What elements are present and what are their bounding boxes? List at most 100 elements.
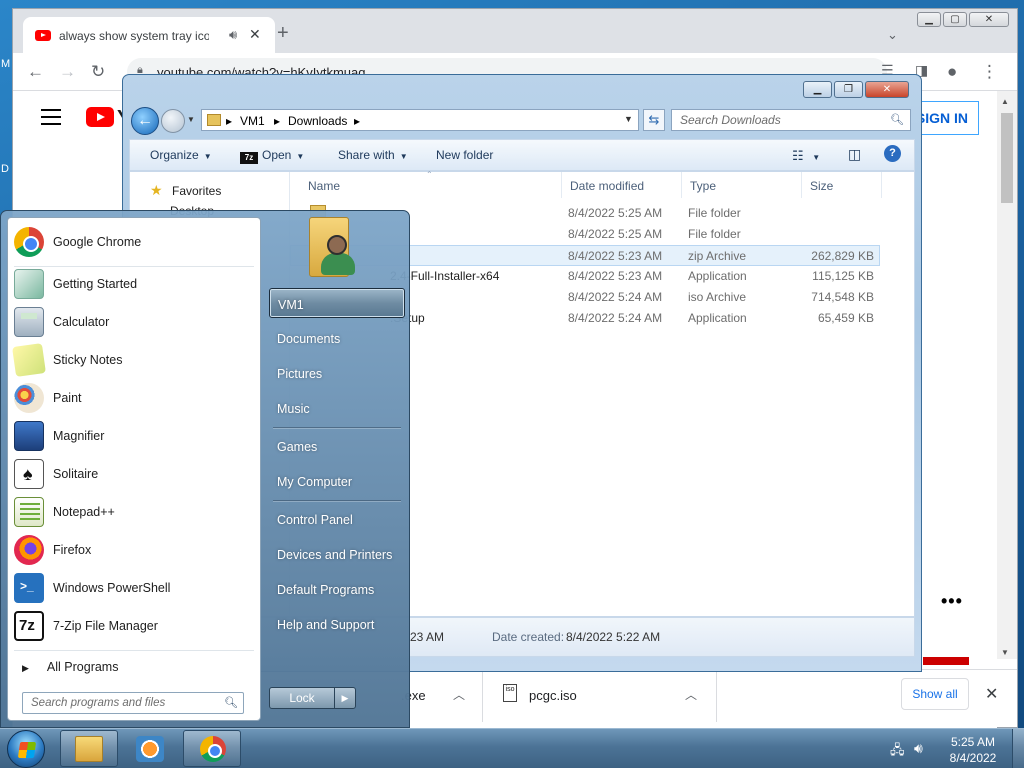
folder-icon	[207, 114, 221, 126]
restore-button[interactable]: ❐	[834, 81, 863, 98]
column-size[interactable]: Size	[802, 172, 882, 198]
taskbar-explorer[interactable]	[60, 730, 118, 767]
back-arrow-icon[interactable]: ←	[131, 107, 159, 135]
chevron-up-icon[interactable]: ︿	[453, 686, 465, 703]
search-icon[interactable]: 🔍︎	[224, 696, 238, 709]
program-7zip-file-manager[interactable]: 7-Zip File Manager	[12, 608, 258, 644]
start-item-games[interactable]: Games	[269, 431, 405, 461]
start-item-user-vm1[interactable]: VM1	[269, 288, 405, 318]
nav-favorites[interactable]: Favorites	[172, 184, 221, 198]
forward-arrow-icon[interactable]: →	[59, 62, 76, 82]
desktop-icon-label[interactable]: D	[1, 163, 9, 175]
profile-avatar-icon[interactable]: ●	[947, 62, 957, 82]
new-folder-button[interactable]: New folder	[436, 148, 493, 162]
open-label: Open	[262, 148, 292, 162]
help-icon[interactable]: ?	[884, 145, 901, 162]
search-input[interactable]: Search Downloads 🔍︎	[671, 109, 911, 131]
breadcrumb-vm1[interactable]: VM1	[240, 114, 265, 128]
start-item-my-computer[interactable]: My Computer	[269, 466, 405, 496]
start-item-documents[interactable]: Documents	[269, 323, 405, 353]
chrome-maximize-button[interactable]: ▢	[943, 12, 967, 27]
organize-button[interactable]: Organize ▼	[150, 148, 212, 162]
network-icon[interactable]: 🖧	[890, 741, 905, 763]
lock-button[interactable]: Lock	[269, 687, 335, 709]
file-size: 262,829 KB	[811, 249, 874, 263]
program-getting-started[interactable]: Getting Started	[12, 266, 258, 302]
program-solitaire[interactable]: Solitaire	[12, 456, 258, 492]
sort-ascending-icon: ⌃	[426, 170, 433, 179]
page-scrollbar[interactable]: ▲ ▼	[997, 91, 1017, 659]
desktop-icon-label[interactable]: M	[1, 58, 10, 70]
7zip-icon	[14, 611, 44, 641]
preview-pane-icon[interactable]: ◫	[848, 146, 861, 163]
clock[interactable]: 5:25 AM 8/4/2022	[946, 734, 1000, 766]
start-item-pictures[interactable]: Pictures	[269, 358, 405, 388]
show-all-button[interactable]: Show all	[901, 678, 969, 710]
chevron-up-icon[interactable]: ︿	[685, 686, 697, 703]
scroll-up-arrow-icon[interactable]: ▲	[1001, 97, 1009, 106]
hamburger-menu-icon[interactable]	[41, 109, 61, 130]
start-item-devices-and-printers[interactable]: Devices and Printers	[269, 539, 405, 569]
new-tab-button[interactable]: +	[277, 23, 289, 43]
start-item-music[interactable]: Music	[269, 393, 405, 423]
breadcrumb-downloads[interactable]: Downloads	[288, 114, 347, 128]
tab-search-chevron-icon[interactable]: ⌄	[887, 27, 898, 43]
magnifier-icon	[14, 421, 44, 451]
start-item-default-programs[interactable]: Default Programs	[269, 574, 405, 604]
history-dropdown-icon[interactable]: ▼	[187, 115, 195, 124]
breadcrumb-arrow-icon[interactable]: ▸	[274, 114, 280, 128]
shutdown-options-arrow-icon[interactable]: ▶	[334, 687, 356, 709]
speaker-icon[interactable]: 🔊︎	[229, 27, 237, 43]
start-button[interactable]	[7, 730, 45, 768]
program-notepad-plus-plus[interactable]: Notepad++	[12, 494, 258, 530]
chrome-menu-icon[interactable]: ⋮	[981, 62, 998, 82]
forward-arrow-icon[interactable]	[161, 109, 185, 133]
chrome-close-button[interactable]: ✕	[969, 12, 1009, 27]
program-label: Solitaire	[53, 467, 99, 481]
youtube-logo[interactable]	[86, 107, 114, 127]
program-magnifier[interactable]: Magnifier	[12, 418, 258, 454]
share-with-button[interactable]: Share with ▼	[338, 148, 408, 162]
file-size: 714,548 KB	[811, 290, 874, 304]
chrome-tab[interactable]: always show system tray icon 🔊︎ ✕	[23, 17, 275, 53]
start-search-input[interactable]: Search programs and files 🔍︎	[22, 692, 244, 714]
open-button[interactable]: 7z Open ▼	[240, 148, 304, 164]
refresh-icon[interactable]: ⇆	[643, 109, 665, 131]
all-programs-button[interactable]: ▶ All Programs	[22, 660, 118, 674]
column-date-modified[interactable]: Date modified	[562, 172, 682, 198]
taskbar-media-player[interactable]	[121, 730, 179, 767]
program-firefox[interactable]: Firefox	[12, 532, 258, 568]
volume-icon[interactable]: 🔊︎	[914, 740, 923, 757]
address-bar[interactable]: ▸ VM1 ▸ Downloads ▸ ▼	[201, 109, 639, 131]
back-arrow-icon[interactable]: ←	[27, 62, 44, 82]
scroll-down-arrow-icon[interactable]: ▼	[1001, 648, 1009, 657]
more-options-icon[interactable]: •••	[941, 591, 963, 612]
breadcrumb-arrow-icon[interactable]: ▸	[226, 114, 232, 128]
start-item-help-and-support[interactable]: Help and Support	[269, 609, 405, 639]
address-dropdown-icon[interactable]: ▼	[624, 114, 633, 124]
getting-started-icon	[14, 269, 44, 299]
column-type[interactable]: Type	[682, 172, 802, 198]
program-calculator[interactable]: Calculator	[12, 304, 258, 340]
taskbar-chrome[interactable]	[183, 730, 241, 767]
chrome-minimize-button[interactable]: ▁	[917, 12, 941, 27]
program-google-chrome[interactable]: Google Chrome	[12, 224, 258, 260]
close-button[interactable]: ✕	[865, 81, 909, 98]
search-icon[interactable]: 🔍︎	[890, 113, 904, 126]
start-item-control-panel[interactable]: Control Panel	[269, 504, 405, 534]
user-picture[interactable]	[303, 213, 361, 279]
tab-close-icon[interactable]: ✕	[249, 26, 261, 43]
program-sticky-notes[interactable]: Sticky Notes	[12, 342, 258, 378]
close-icon[interactable]: ✕	[985, 684, 998, 704]
download-item[interactable]: iso pcgc.iso ︿	[485, 670, 717, 722]
file-size: 65,459 KB	[817, 311, 874, 325]
show-desktop-button[interactable]	[1012, 729, 1024, 768]
breadcrumb-arrow-icon[interactable]: ▸	[354, 114, 360, 128]
view-options-icon[interactable]: ☷ ▼	[792, 148, 820, 164]
program-paint[interactable]: Paint	[12, 380, 258, 416]
reload-icon[interactable]: ↻	[91, 62, 105, 82]
minimize-button[interactable]: ▁	[803, 81, 832, 98]
file-date: 8/4/2022 5:23 AM	[568, 249, 663, 263]
scrollbar-thumb[interactable]	[1001, 113, 1013, 203]
program-windows-powershell[interactable]: Windows PowerShell	[12, 570, 258, 606]
